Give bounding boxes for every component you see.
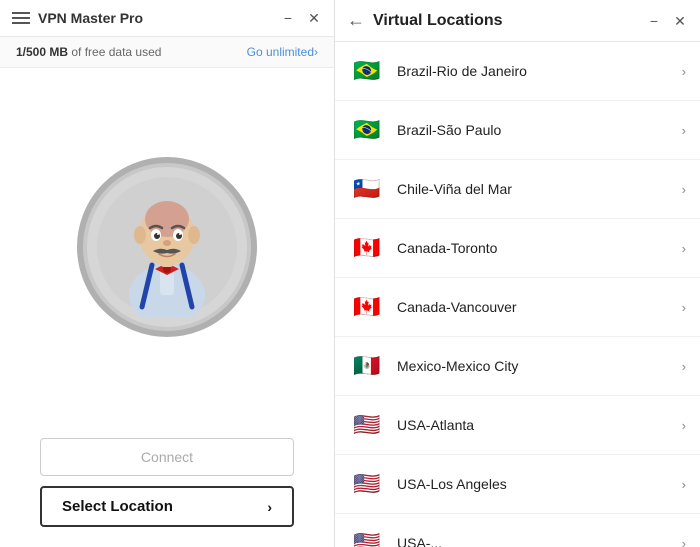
data-usage-bar: 1/500 MB of free data used Go unlimited› bbox=[0, 37, 334, 68]
data-usage-label: of free data used bbox=[68, 45, 161, 59]
location-name: USA-Los Angeles bbox=[397, 476, 670, 492]
chevron-right-icon: › bbox=[682, 536, 686, 547]
button-section: Connect Select Location › bbox=[0, 426, 334, 547]
select-location-label: Select Location bbox=[62, 498, 173, 515]
chevron-right-icon: › bbox=[682, 64, 686, 79]
app-title: VPN Master Pro bbox=[38, 10, 143, 26]
hamburger-icon[interactable] bbox=[12, 12, 30, 24]
location-item[interactable]: 🇨🇦 Canada-Toronto › bbox=[335, 219, 700, 278]
right-panel-title: Virtual Locations bbox=[373, 12, 503, 30]
character-avatar bbox=[97, 177, 237, 317]
avatar-outer-ring bbox=[77, 157, 257, 337]
chevron-right-icon: › bbox=[682, 182, 686, 197]
minimize-button[interactable]: − bbox=[280, 11, 296, 25]
location-item[interactable]: 🇲🇽 Mexico-Mexico City › bbox=[335, 337, 700, 396]
chevron-right-icon: › bbox=[682, 418, 686, 433]
title-bar-left: VPN Master Pro bbox=[12, 10, 143, 26]
chevron-right-icon: › bbox=[682, 359, 686, 374]
location-item[interactable]: 🇨🇱 Chile-Viña del Mar › bbox=[335, 160, 700, 219]
location-name: Canada-Toronto bbox=[397, 240, 670, 256]
flag-icon: 🇺🇸 bbox=[349, 407, 385, 443]
location-name: USA-Atlanta bbox=[397, 417, 670, 433]
flag-icon: 🇺🇸 bbox=[349, 466, 385, 502]
location-item[interactable]: 🇧🇷 Brazil-Rio de Janeiro › bbox=[335, 42, 700, 101]
right-close-button[interactable]: ✕ bbox=[672, 14, 688, 28]
title-bar-right: − ✕ bbox=[280, 11, 322, 25]
select-location-button[interactable]: Select Location › bbox=[40, 486, 294, 527]
right-panel: ← Virtual Locations − ✕ 🇧🇷 Brazil-Rio de … bbox=[335, 0, 700, 547]
location-name: Mexico-Mexico City bbox=[397, 358, 670, 374]
location-item[interactable]: 🇨🇦 Canada-Vancouver › bbox=[335, 278, 700, 337]
right-minimize-button[interactable]: − bbox=[646, 14, 662, 28]
flag-icon: 🇨🇱 bbox=[349, 171, 385, 207]
location-name: Chile-Viña del Mar bbox=[397, 181, 670, 197]
left-panel: VPN Master Pro − ✕ 1/500 MB of free data… bbox=[0, 0, 335, 547]
chevron-right-icon: › bbox=[682, 300, 686, 315]
close-button[interactable]: ✕ bbox=[306, 11, 322, 25]
right-title-bar: ← Virtual Locations − ✕ bbox=[335, 0, 700, 42]
data-usage-amount: 1/500 MB bbox=[16, 45, 68, 59]
avatar-section bbox=[0, 68, 334, 426]
location-name: Brazil-São Paulo bbox=[397, 122, 670, 138]
location-item[interactable]: 🇺🇸 USA-... › bbox=[335, 514, 700, 547]
select-location-chevron: › bbox=[267, 499, 272, 515]
chevron-right-icon: › bbox=[682, 241, 686, 256]
location-name: Brazil-Rio de Janeiro bbox=[397, 63, 670, 79]
data-usage-text: 1/500 MB of free data used bbox=[16, 45, 161, 59]
location-item[interactable]: 🇧🇷 Brazil-São Paulo › bbox=[335, 101, 700, 160]
flag-icon: 🇧🇷 bbox=[349, 53, 385, 89]
title-bar: VPN Master Pro − ✕ bbox=[0, 0, 334, 37]
go-unlimited-link[interactable]: Go unlimited› bbox=[247, 45, 318, 59]
avatar-inner bbox=[87, 167, 247, 327]
chevron-right-icon: › bbox=[682, 123, 686, 138]
location-item[interactable]: 🇺🇸 USA-Atlanta › bbox=[335, 396, 700, 455]
location-name: Canada-Vancouver bbox=[397, 299, 670, 315]
flag-icon: 🇨🇦 bbox=[349, 289, 385, 325]
right-title-left: ← Virtual Locations bbox=[347, 10, 503, 31]
flag-icon: 🇨🇦 bbox=[349, 230, 385, 266]
flag-icon: 🇺🇸 bbox=[349, 525, 385, 547]
location-list: 🇧🇷 Brazil-Rio de Janeiro › 🇧🇷 Brazil-São Pau… bbox=[335, 42, 700, 547]
back-button[interactable]: ← bbox=[347, 10, 365, 31]
chevron-right-icon: › bbox=[682, 477, 686, 492]
flag-icon: 🇧🇷 bbox=[349, 112, 385, 148]
right-title-controls: − ✕ bbox=[646, 14, 688, 28]
location-name: USA-... bbox=[397, 535, 670, 547]
flag-icon: 🇲🇽 bbox=[349, 348, 385, 384]
location-item[interactable]: 🇺🇸 USA-Los Angeles › bbox=[335, 455, 700, 514]
connect-button[interactable]: Connect bbox=[40, 438, 294, 476]
